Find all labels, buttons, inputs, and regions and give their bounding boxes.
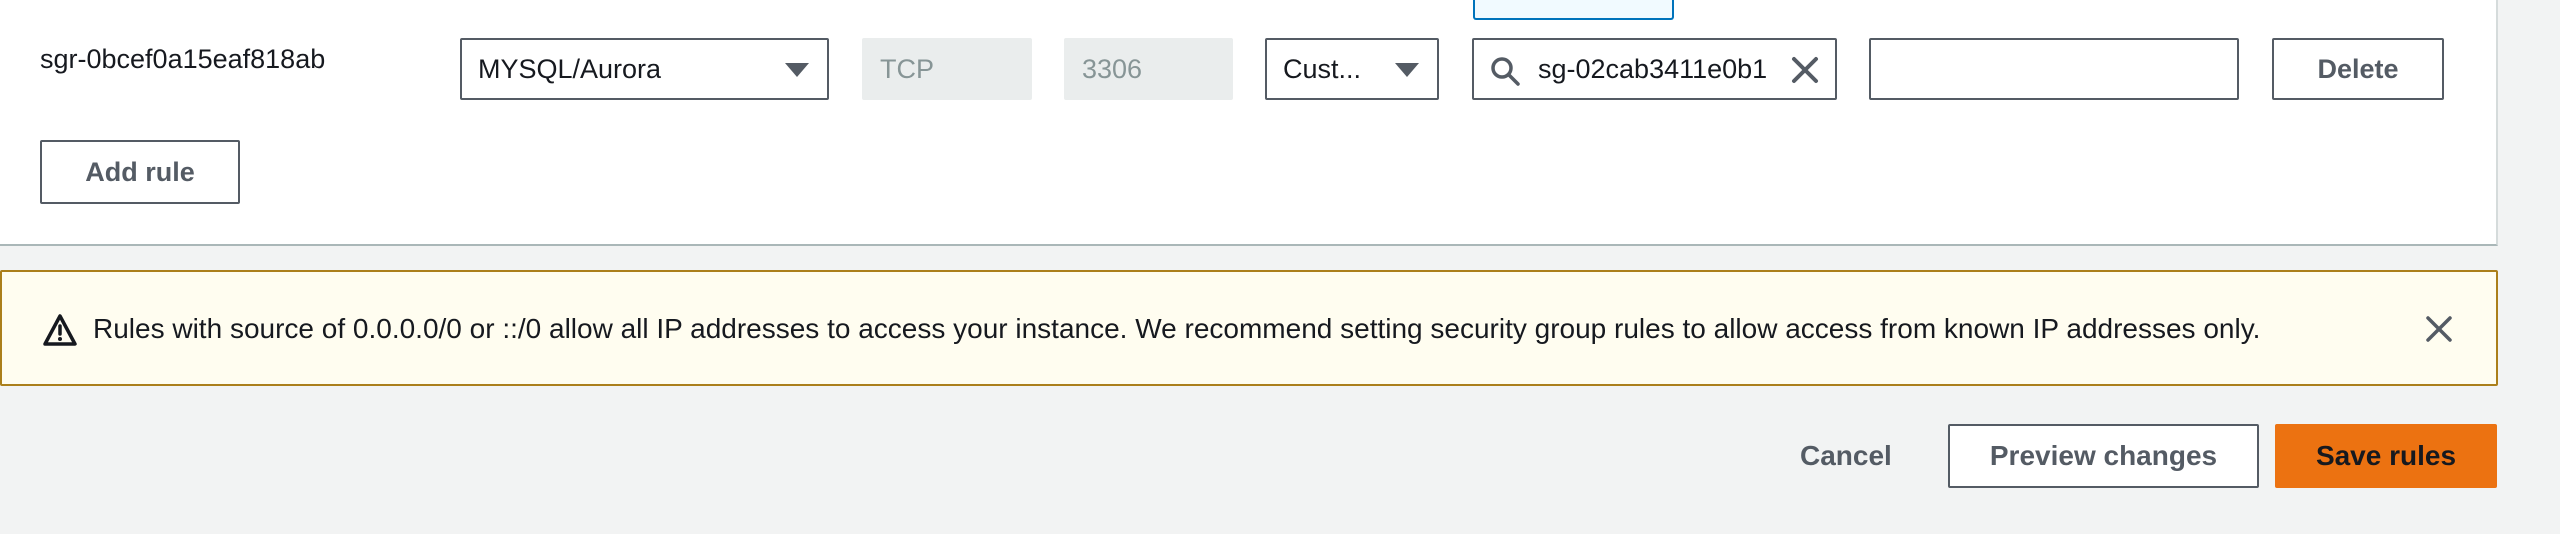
source-type-select[interactable]: Cust... xyxy=(1265,38,1439,100)
warning-alert: Rules with source of 0.0.0.0/0 or ::/0 a… xyxy=(0,270,2498,386)
caret-down-icon xyxy=(1395,63,1419,77)
inbound-rules-panel: sgr-0bcef0a15eaf818ab MYSQL/Aurora TCP 3… xyxy=(0,0,2498,246)
save-rules-button[interactable]: Save rules xyxy=(2275,424,2497,488)
search-icon xyxy=(1491,57,1520,86)
source-search-input[interactable]: sg-02cab3411e0b1 xyxy=(1472,38,1837,100)
rule-type-select[interactable]: MYSQL/Aurora xyxy=(460,38,829,100)
port-range-field: 3306 xyxy=(1064,38,1233,100)
security-group-rule-id: sgr-0bcef0a15eaf818ab xyxy=(40,44,326,74)
protocol-field: TCP xyxy=(862,38,1032,100)
caret-down-icon xyxy=(785,63,809,77)
alert-message: Rules with source of 0.0.0.0/0 or ::/0 a… xyxy=(93,313,2261,344)
preview-changes-button[interactable]: Preview changes xyxy=(1948,424,2259,488)
rule-type-value: MYSQL/Aurora xyxy=(478,54,662,84)
close-icon[interactable] xyxy=(2422,312,2456,346)
close-icon[interactable] xyxy=(1789,54,1821,86)
add-rule-button[interactable]: Add rule xyxy=(40,140,240,204)
description-input[interactable] xyxy=(1869,38,2239,100)
delete-rule-button[interactable]: Delete xyxy=(2272,38,2444,100)
dropdown-popover-edge xyxy=(1473,0,1674,20)
source-search-value: sg-02cab3411e0b1 xyxy=(1538,54,1768,84)
cancel-button[interactable]: Cancel xyxy=(1800,436,1892,476)
warning-icon xyxy=(43,314,77,346)
source-type-value: Cust... xyxy=(1283,54,1362,84)
